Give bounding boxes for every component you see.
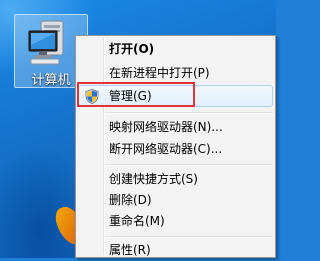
menu-separator: [105, 164, 273, 166]
menu-item-label: 打开(O): [109, 42, 155, 56]
menu-item-create-shortcut[interactable]: 创建快捷方式(S): [78, 168, 273, 190]
menu-item-label: 断开网络驱动器(C)...: [109, 142, 223, 156]
menu-item-label: 重命名(M): [109, 214, 165, 228]
menu-item-delete[interactable]: 删除(D): [78, 189, 273, 211]
menu-separator: [105, 236, 273, 238]
menu-item-open-new-process[interactable]: 在新进程中打开(P): [78, 62, 273, 84]
menu-item-open[interactable]: 打开(O): [78, 38, 273, 60]
computer-icon: [28, 20, 64, 65]
menu-item-label: 映射网络驱动器(N)...: [109, 120, 223, 134]
annotation-highlight-box: [77, 82, 195, 107]
menu-item-map-network-drive[interactable]: 映射网络驱动器(N)...: [78, 116, 273, 138]
menu-item-label: 在新进程中打开(P): [109, 66, 210, 80]
menu-item-disconnect-network-drive[interactable]: 断开网络驱动器(C)...: [78, 138, 273, 160]
menu-item-label: 创建快捷方式(S): [109, 172, 198, 186]
menu-separator: [105, 112, 273, 114]
menu-item-rename[interactable]: 重命名(M): [78, 210, 273, 232]
context-menu: 打开(O) 在新进程中打开(P) 管理(G) 映射网络驱动器(N)... 断开网…: [75, 35, 276, 258]
menu-item-label: 删除(D): [109, 193, 152, 207]
